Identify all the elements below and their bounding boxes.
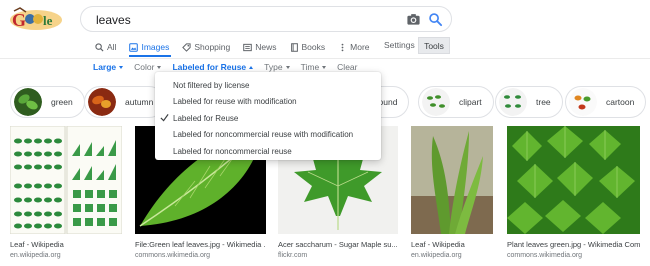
search-tabs: All Images Shopping News Books More <box>95 40 383 54</box>
chip-cartoon[interactable]: cartoon <box>565 86 647 118</box>
tab-label: More <box>350 42 370 52</box>
news-icon <box>243 43 253 51</box>
search-tools-bar: Large Color Labeled for Reuse Type Time … <box>93 62 368 72</box>
result-thumbnail[interactable] <box>507 126 640 234</box>
dropdown-item-label: Labeled for noncommercial reuse with mod… <box>173 130 354 140</box>
dropdown-item[interactable]: Not filtered by license <box>155 77 381 94</box>
chip-thumbnail <box>499 88 527 116</box>
tab-all[interactable]: All <box>95 42 116 52</box>
search-icon[interactable] <box>428 12 443 27</box>
result-thumbnail[interactable] <box>411 126 493 234</box>
caret-down-icon <box>119 65 124 69</box>
search-box[interactable]: leaves <box>80 6 452 32</box>
chip-clipart[interactable]: clipart <box>418 86 494 118</box>
image-icon <box>129 42 139 52</box>
search-input[interactable]: leaves <box>96 13 131 27</box>
dropdown-item-label: Labeled for Reuse <box>173 113 239 123</box>
tab-images[interactable]: Images <box>129 42 169 52</box>
result-source: commons.wikimedia.org <box>507 252 583 259</box>
result-title[interactable]: Leaf - Wikipedia <box>411 240 493 249</box>
result-title[interactable]: Plant leaves green.jpg - Wikimedia Com..… <box>507 240 640 249</box>
dropdown-item-label: Labeled for reuse with modification <box>173 97 297 107</box>
result-thumbnail[interactable] <box>10 126 122 234</box>
filter-time-label: Time <box>300 62 320 72</box>
chip-label: green <box>51 97 73 107</box>
result-title[interactable]: Leaf - Wikipedia <box>10 240 122 249</box>
chip-tree[interactable]: tree <box>495 86 563 118</box>
tab-books[interactable]: Books <box>290 42 326 52</box>
filter-type-label: Type <box>264 62 283 72</box>
chip-green[interactable]: green <box>10 86 85 118</box>
tab-label: News <box>255 42 277 52</box>
search-icon <box>95 42 104 52</box>
settings-link[interactable]: Settings <box>384 40 415 50</box>
checkmark-icon <box>160 114 169 122</box>
filter-usage-rights-label: Labeled for Reuse <box>172 62 247 72</box>
filter-size-label: Large <box>93 62 117 72</box>
chip-label: tree <box>536 97 551 107</box>
chip-thumbnail <box>88 88 116 116</box>
dropdown-item-selected[interactable]: Labeled for Reuse <box>155 110 381 127</box>
active-tab-indicator <box>129 55 171 57</box>
tab-label: Books <box>301 42 326 52</box>
filter-clear-label: Clear <box>337 62 358 72</box>
dropdown-item[interactable]: Labeled for noncommercial reuse <box>155 143 381 160</box>
chip-label: autumn <box>125 97 154 107</box>
filter-size[interactable]: Large <box>93 62 124 72</box>
tab-news[interactable]: News <box>243 42 277 52</box>
book-icon <box>290 42 298 52</box>
chip-thumbnail <box>422 88 450 116</box>
chip-label: cartoon <box>606 97 635 107</box>
result-source: en.wikipedia.org <box>10 252 61 259</box>
more-dots-icon <box>341 43 344 51</box>
header-divider <box>0 58 650 59</box>
filter-color[interactable]: Color <box>134 62 162 72</box>
caret-up-icon <box>249 65 254 69</box>
result-title[interactable]: Acer saccharum - Sugar Maple su... <box>278 240 398 249</box>
tools-button[interactable]: Tools <box>418 37 450 54</box>
google-doodle-logo[interactable]: G le <box>8 6 64 32</box>
chip-thumbnail <box>569 88 597 116</box>
dropdown-item-label: Labeled for noncommercial reuse <box>173 146 292 156</box>
svg-text:le: le <box>43 13 53 28</box>
chip-label: clipart <box>459 97 482 107</box>
result-title[interactable]: File:Green leaf leaves.jpg - Wikimedia .… <box>135 240 266 249</box>
caret-down-icon <box>285 65 290 69</box>
result-source: commons.wikimedia.org <box>135 252 211 259</box>
tab-label: Shopping <box>194 42 231 52</box>
camera-icon[interactable] <box>406 12 421 27</box>
chip-thumbnail <box>14 88 42 116</box>
dropdown-item-label: Not filtered by license <box>173 80 250 90</box>
usage-rights-dropdown: Not filtered by license Labeled for reus… <box>155 72 381 160</box>
dropdown-item[interactable]: Labeled for noncommercial reuse with mod… <box>155 127 381 144</box>
filter-usage-rights[interactable]: Labeled for Reuse <box>172 62 254 72</box>
tab-more[interactable]: More <box>338 42 370 52</box>
filter-time[interactable]: Time <box>301 62 327 72</box>
filter-type[interactable]: Type <box>264 62 290 72</box>
result-source: en.wikipedia.org <box>411 252 462 259</box>
caret-down-icon <box>322 65 327 69</box>
tag-icon <box>182 42 191 52</box>
tab-label: All <box>107 42 117 52</box>
result-source: flickr.com <box>278 252 308 259</box>
filter-color-label: Color <box>134 62 155 72</box>
caret-down-icon <box>157 65 162 69</box>
tab-shopping[interactable]: Shopping <box>182 42 230 52</box>
filter-clear[interactable]: Clear <box>337 62 357 72</box>
tab-label: Images <box>141 42 170 52</box>
chip-autumn[interactable]: autumn <box>84 86 166 118</box>
dropdown-item[interactable]: Labeled for reuse with modification <box>155 94 381 111</box>
svg-text:G: G <box>12 10 26 30</box>
